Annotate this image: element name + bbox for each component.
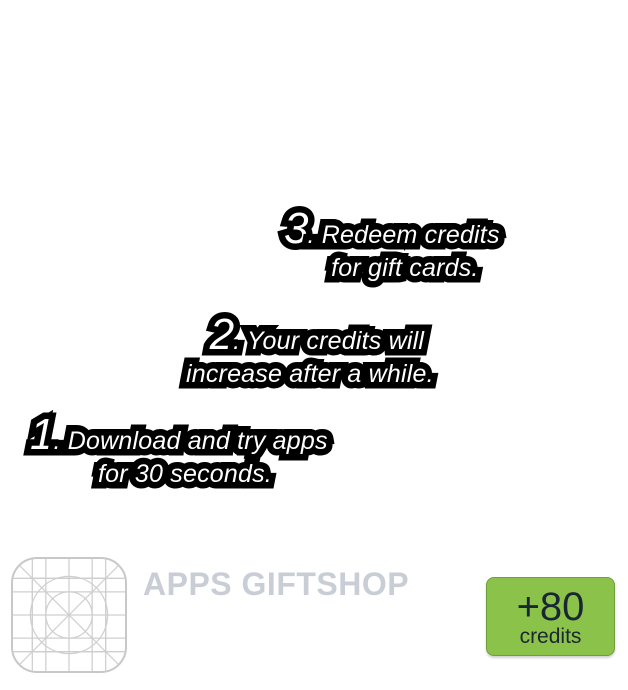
- step-2-instruction: 2. Your credits will increase after a wh…: [180, 306, 441, 395]
- brand-title: APPS GIFTSHOP: [143, 566, 410, 602]
- step-1-line-2: for 30 seconds.: [92, 454, 279, 495]
- step-2-line-1: . Your credits will: [227, 321, 431, 362]
- onboarding-screen: 3. Redeem credits for gift cards. 2. You…: [0, 0, 628, 690]
- step-1-line-1: . Download and try apps: [47, 421, 334, 462]
- step-2-number: 2: [203, 306, 241, 363]
- credits-unit-label: credits: [519, 625, 582, 648]
- credits-amount: +80: [516, 585, 585, 629]
- step-1-number: 1: [23, 406, 61, 463]
- credits-badge[interactable]: +80 credits: [486, 577, 615, 656]
- step-2-line-2: increase after a while.: [180, 354, 441, 395]
- step-3-line-1: . Redeem credits: [301, 215, 506, 256]
- step-3-instruction: 3. Redeem credits for gift cards.: [277, 200, 506, 289]
- step-3-number: 3: [277, 200, 315, 257]
- app-icon-grid-template-icon: [13, 559, 125, 671]
- step-3-line-2: for gift cards.: [325, 248, 485, 289]
- step-1-instruction: 1. Download and try apps for 30 seconds.: [23, 406, 334, 495]
- app-icon[interactable]: [11, 557, 127, 673]
